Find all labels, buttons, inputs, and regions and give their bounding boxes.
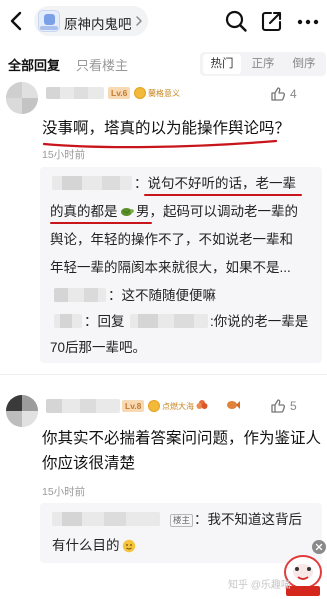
- sub-username-redacted[interactable]: [54, 314, 82, 328]
- forum-name: 原神内鬼吧: [64, 17, 132, 32]
- mentioned-user-redacted[interactable]: [130, 314, 208, 328]
- forum-chip[interactable]: 原神内鬼吧: [34, 6, 148, 36]
- sub-username-redacted[interactable]: [52, 176, 132, 190]
- medal-icon: [134, 87, 146, 99]
- top-bar: 原神内鬼吧: [0, 0, 327, 44]
- sub-reply-text: :你说的老一辈是: [210, 314, 309, 329]
- red-underline: [50, 222, 152, 224]
- sub-reply-text: 的真的都是: [50, 204, 118, 219]
- fish-icon: [227, 401, 240, 409]
- turtle-emoji-icon: [121, 208, 134, 216]
- red-underline: [144, 194, 302, 196]
- avatar[interactable]: [6, 82, 38, 114]
- sort-ascending[interactable]: 正序: [244, 54, 282, 74]
- sub-reply-text: ：回复: [84, 314, 125, 329]
- sort-hot[interactable]: 热门: [203, 54, 241, 74]
- flower-icon: [196, 400, 208, 409]
- username-redacted[interactable]: [46, 399, 120, 413]
- sub-reply-text: 舆论，年轻的操作不了，不如说老一辈和: [50, 232, 293, 247]
- post-text: 你其实不必揣着答案问问题，作为鉴证人: [42, 430, 322, 447]
- sub-reply-text: 70后那一辈吧。: [50, 340, 147, 355]
- sub-username-redacted[interactable]: [54, 288, 106, 302]
- medal-title: 蘭格意义: [148, 89, 180, 98]
- sort-descending[interactable]: 倒序: [285, 54, 323, 74]
- post-text: 没事啊，塔真的以为能操作舆论吗？: [42, 120, 291, 137]
- avatar[interactable]: [6, 395, 38, 427]
- thumb-up-icon[interactable]: [270, 86, 286, 102]
- sub-reply-text: ：我不知道这背后: [194, 512, 302, 527]
- emoji-icon: [122, 539, 136, 553]
- like-count: 4: [290, 87, 297, 101]
- like-count: 5: [290, 399, 297, 413]
- post-time: 15小时前: [42, 486, 86, 498]
- sub-reply-text: ：这不随随便便嘛: [108, 288, 216, 303]
- owner-tag: 楼主: [170, 514, 194, 527]
- back-arrow-icon[interactable]: [6, 9, 28, 33]
- sub-reply-text: ：说句不好听的话，老一辈: [134, 176, 296, 191]
- sort-toggle: 热门 正序 倒序: [200, 52, 326, 76]
- thumb-up-icon[interactable]: [270, 398, 286, 414]
- username-redacted[interactable]: [46, 87, 104, 99]
- post-text: 你应该很清楚: [42, 455, 136, 472]
- chevron-right-icon: [136, 16, 142, 26]
- sub-reply-text: 年轻一辈的隔阂本来就很大，如果不是...: [50, 260, 291, 275]
- sub-reply-text: 有什么目的: [52, 538, 120, 553]
- reply-tabs: 全部回复 只看楼主 热门 正序 倒序: [0, 50, 327, 78]
- more-icon[interactable]: [296, 18, 320, 26]
- medal-title: 点燃大海: [162, 402, 194, 411]
- medal-icon: [148, 400, 160, 412]
- watermark: 知乎 @乐趣喵: [228, 580, 291, 591]
- share-icon[interactable]: [260, 9, 284, 33]
- sub-reply-text: 男，起码可以调动老一辈的: [136, 204, 298, 219]
- post-time: 15小时前: [42, 149, 86, 161]
- level-badge: Lv.8: [122, 400, 145, 412]
- sub-username-redacted[interactable]: [52, 512, 160, 526]
- tab-owner-only[interactable]: 只看楼主: [76, 55, 128, 74]
- divider: [0, 374, 327, 375]
- tab-all-replies[interactable]: 全部回复: [8, 55, 60, 74]
- level-badge: Lv.6: [108, 87, 131, 99]
- search-icon[interactable]: [224, 9, 248, 33]
- forum-logo-icon: [38, 10, 60, 32]
